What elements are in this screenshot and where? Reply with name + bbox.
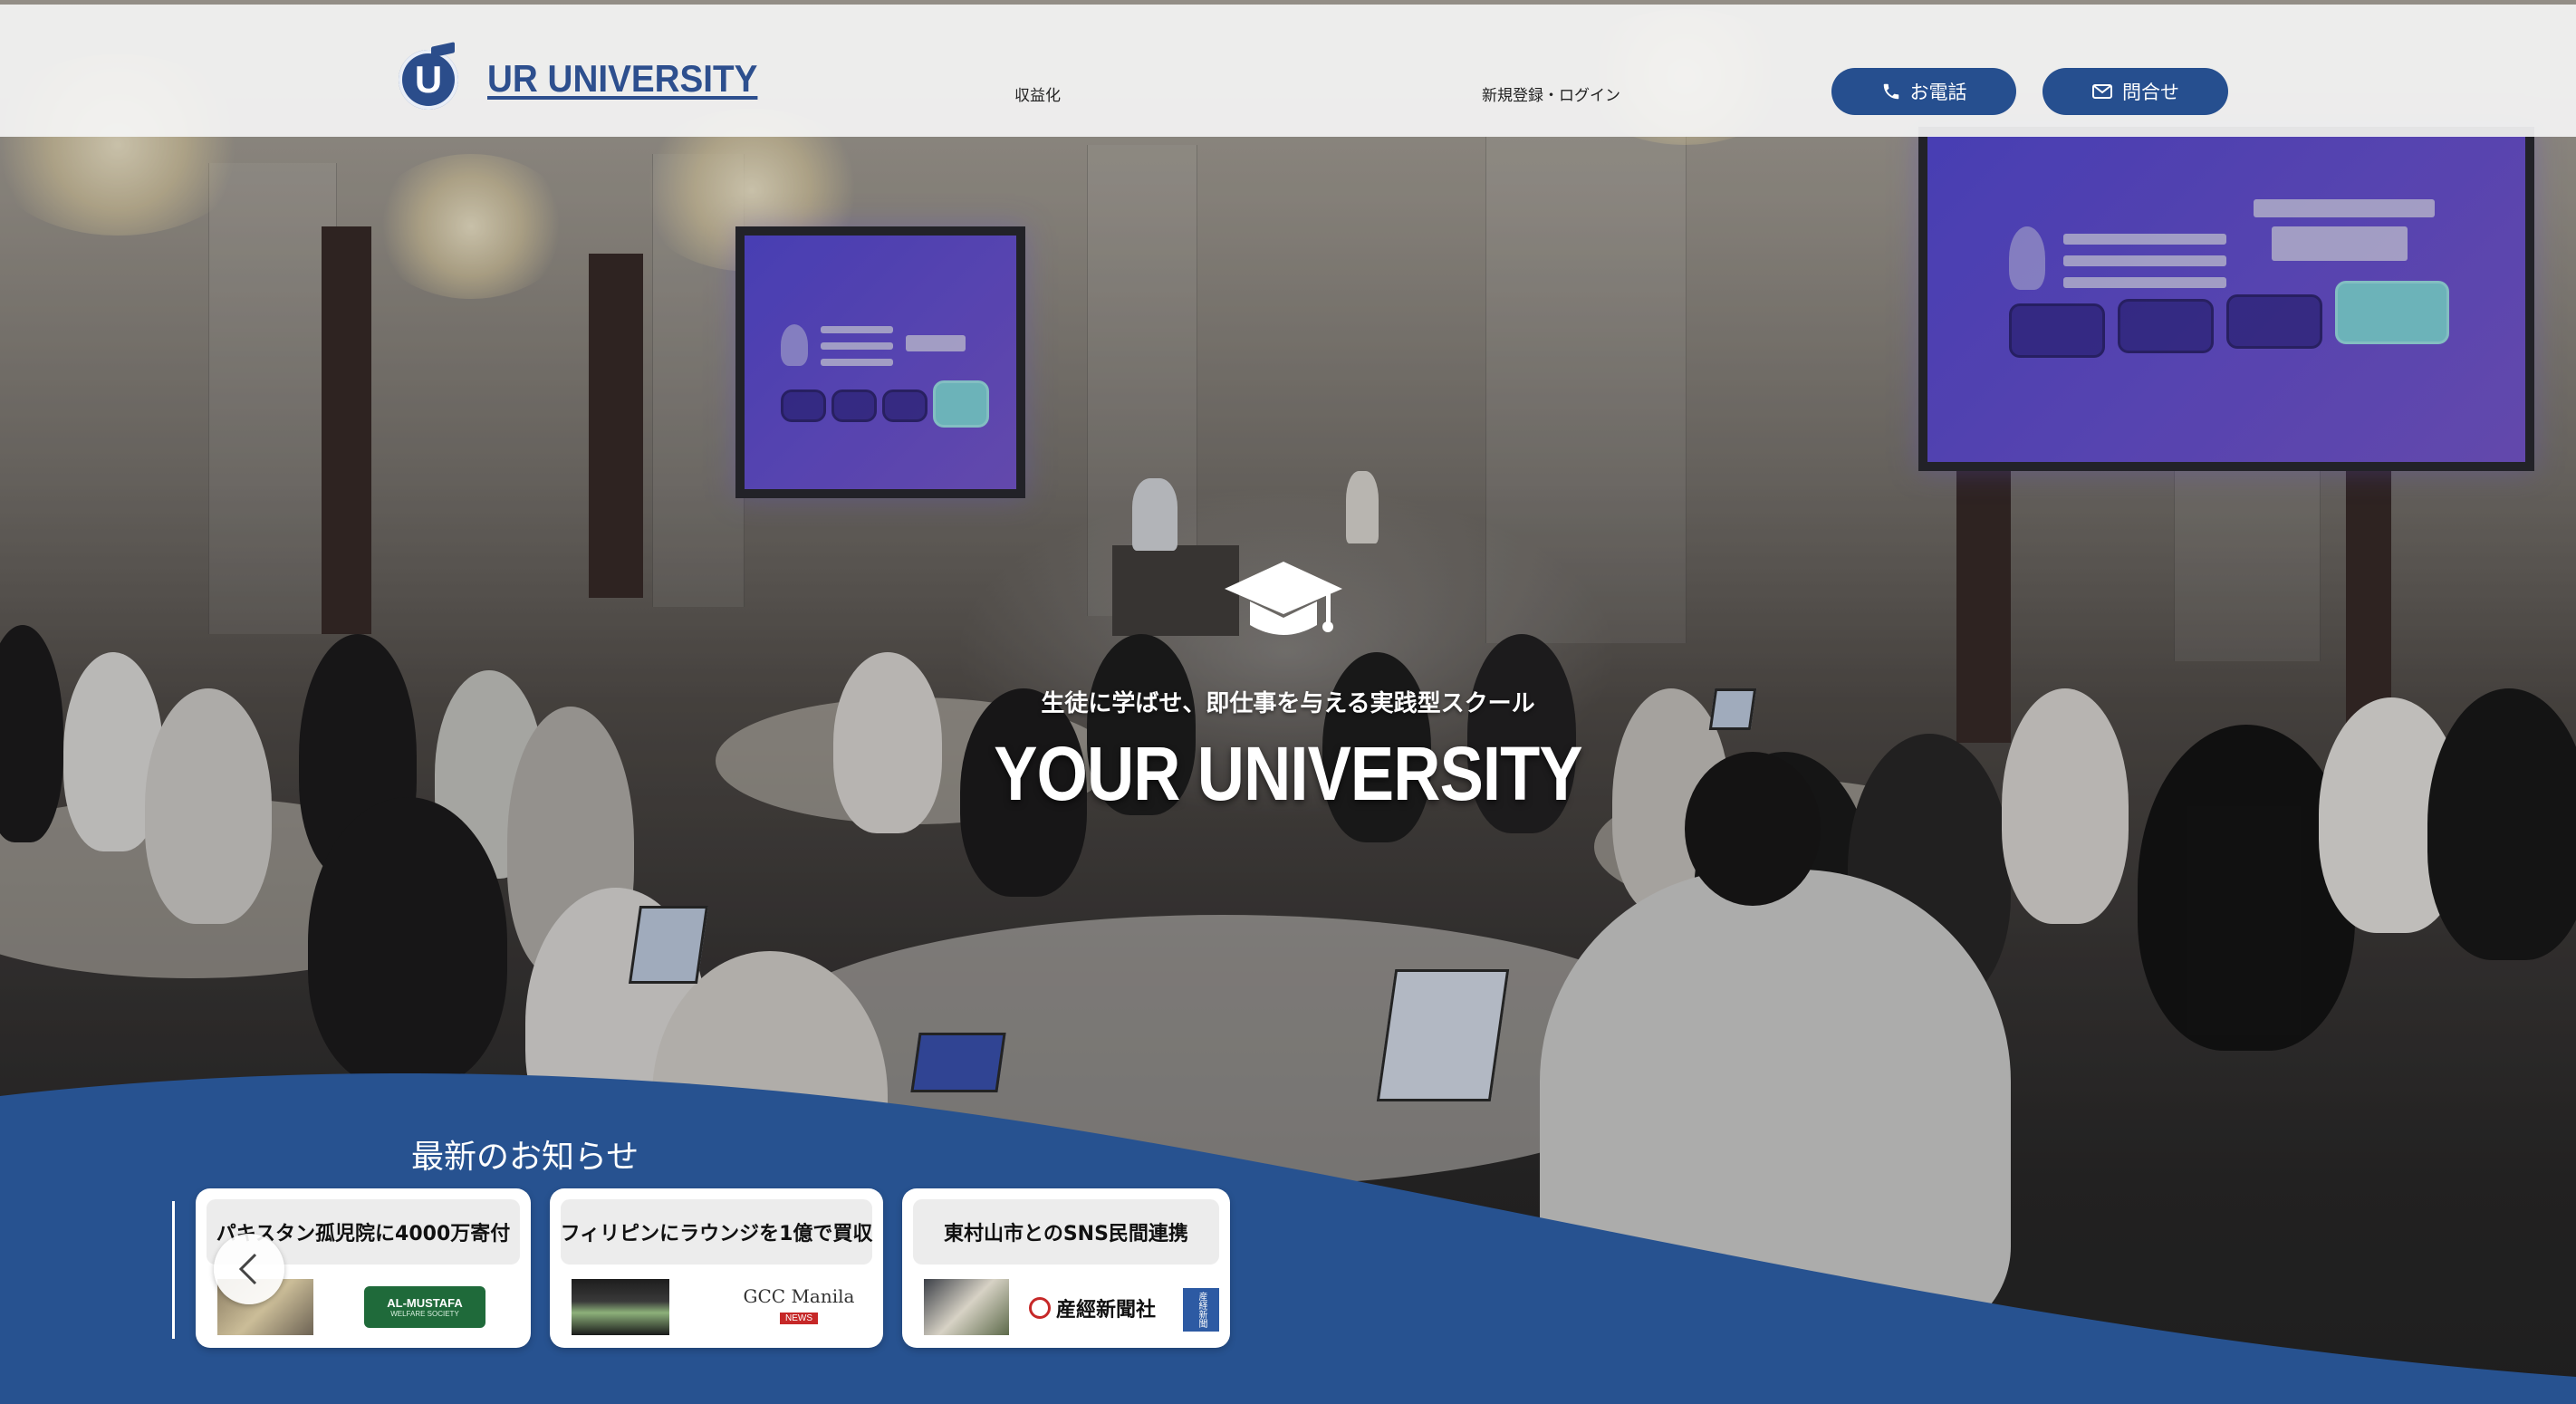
news-card-lounge[interactable]: フィリピンにラウンジを1億で買収 GCC Manila NEWS — [550, 1188, 883, 1348]
phone-button-label: お電話 — [1909, 82, 1967, 103]
phone-icon — [1881, 82, 1901, 101]
al-mustafa-logo-sub: WELFARE SOCIETY — [390, 1310, 459, 1318]
logo-text[interactable]: UR UNIVERSITY — [487, 57, 757, 101]
news-card-title: フィリピンにラウンジを1億で買収 — [560, 1223, 873, 1245]
news-card-photo — [924, 1279, 1009, 1335]
logo-letter: U — [414, 58, 443, 101]
news-divider — [172, 1201, 175, 1339]
gcc-news-badge: NEWS — [780, 1313, 818, 1324]
al-mustafa-logo-text: AL-MUSTAFA — [387, 1296, 463, 1310]
contact-button-label: 問合せ — [2122, 82, 2179, 103]
sankei-logo-mark — [1029, 1297, 1051, 1319]
mail-icon — [2091, 82, 2113, 101]
phone-button[interactable]: お電話 — [1831, 68, 2016, 115]
news-card-title-band: 東村山市とのSNS民間連携 — [913, 1199, 1219, 1265]
news-card-title: 東村山市とのSNS民間連携 — [944, 1223, 1188, 1245]
site-header: U UR UNIVERSITY 収益化 新規登録・ログイン お電話 問合せ — [0, 5, 2576, 137]
sankei-logo: 産經新聞社 — [1029, 1293, 1156, 1322]
nav-register-login[interactable]: 新規登録・ログイン — [1482, 82, 1620, 105]
chevron-left-icon — [238, 1253, 257, 1285]
nav-monetization[interactable]: 収益化 — [1014, 82, 1061, 105]
news-card-sns-partnership[interactable]: 東村山市とのSNS民間連携 産經新聞社 産経新聞 — [902, 1188, 1230, 1348]
hero-title: YOUR UNIVERSITY — [994, 731, 1582, 816]
news-heading: 最新のお知らせ — [411, 1139, 639, 1176]
gcc-manila-logo-text: GCC Manila — [743, 1285, 855, 1307]
sankei-newspaper-badge: 産経新聞 — [1183, 1288, 1219, 1332]
sankei-logo-text: 産經新聞社 — [1056, 1299, 1157, 1322]
news-card-photo — [572, 1279, 669, 1335]
contact-button[interactable]: 問合せ — [2043, 68, 2228, 115]
news-card-title-band: フィリピンにラウンジを1億で買収 — [561, 1199, 872, 1265]
carousel-prev-button[interactable] — [214, 1234, 284, 1304]
gcc-manila-logo: GCC Manila NEWS — [731, 1285, 867, 1324]
logo-badge[interactable]: U — [399, 50, 458, 110]
al-mustafa-logo: AL-MUSTAFA WELFARE SOCIETY — [364, 1286, 485, 1328]
hero-subtitle: 生徒に学ばせ、即仕事を与える実践型スクール — [1041, 690, 1535, 717]
graduation-cap-icon — [1225, 562, 1342, 635]
